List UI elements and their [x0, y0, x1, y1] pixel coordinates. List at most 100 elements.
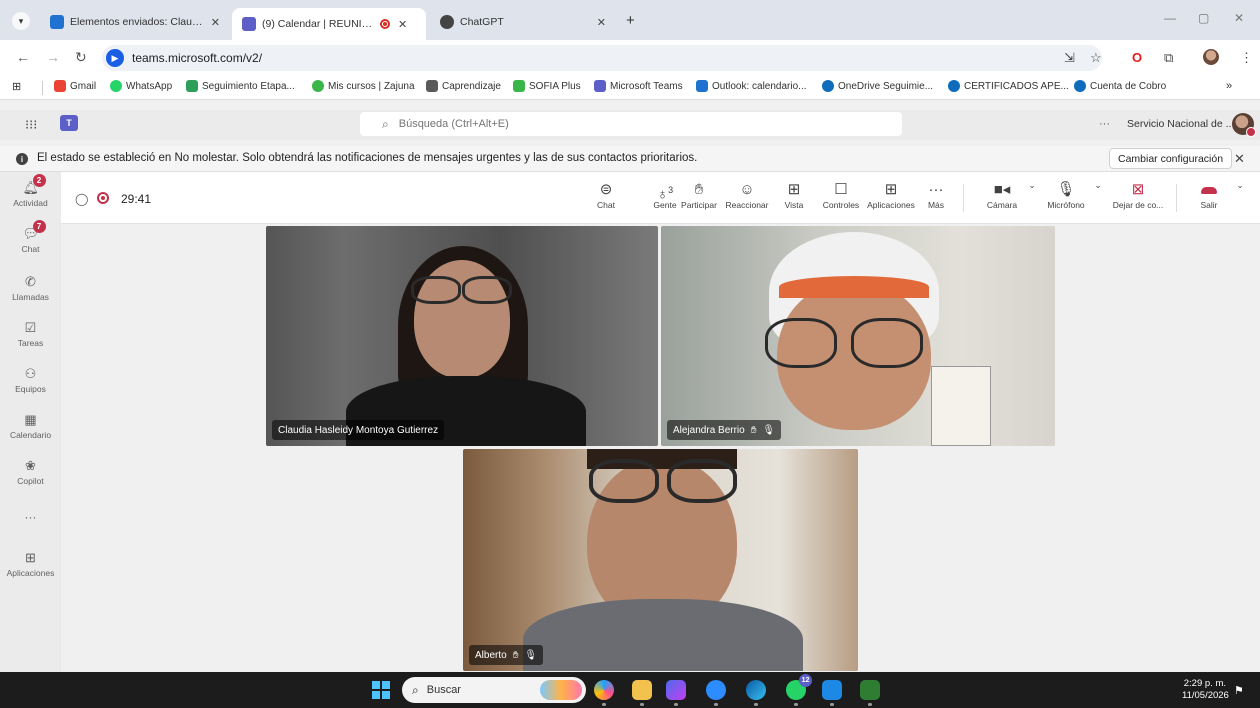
chevron-down-icon[interactable]: ⌄ [1213, 180, 1260, 191]
participant-tile[interactable]: Alejandra Berrio ✋︎ 🎙︎ [661, 226, 1055, 446]
browser-menu-icon[interactable]: ⋮ [1240, 50, 1253, 66]
address-url: teams.microsoft.com/v2/ [132, 51, 263, 65]
forward-arrow-icon[interactable]: → [46, 49, 60, 65]
bookmark-caprendizaje[interactable]: Caprendizaje [426, 80, 501, 92]
bookmark-label: Outlook: calendario... [712, 80, 807, 92]
chat-icon: ⊜ [599, 181, 613, 198]
settings-more-button[interactable]: ··· [1099, 118, 1110, 130]
file-explorer-icon[interactable] [632, 680, 652, 706]
bookmark-certificados[interactable]: CERTIFICADOS APE... [948, 80, 1069, 92]
teams-header: ⁝⁝⁝ T ⌕ ··· Servicio Nacional de ... [0, 110, 1260, 140]
tasks-icon: ☑ [24, 320, 37, 335]
meeting-timer: 29:41 [121, 192, 152, 206]
rail-item-more[interactable]: ··· [0, 510, 61, 524]
copilot-app-icon[interactable] [594, 680, 614, 706]
rail-item-activity[interactable]: 🔔︎ 2 Actividad [0, 174, 61, 208]
more-bookmarks-button[interactable]: » [1226, 80, 1232, 92]
toolbar-divider [963, 184, 964, 212]
rail-item-apps[interactable]: ⊞ Aplicaciones [0, 550, 61, 578]
rail-item-teams[interactable]: ⚇ Equipos [0, 366, 61, 394]
bookmarks-bar: ⊞ Gmail WhatsApp Seguimiento Etapa... Mi… [0, 76, 1260, 100]
taskbar-search[interactable]: ⌕ Buscar [402, 677, 586, 703]
bookmark-whatsapp[interactable]: WhatsApp [110, 80, 172, 92]
glasses [411, 276, 461, 304]
control-label: Dejar de co... [1112, 200, 1164, 210]
control-label: Micrófono [1047, 200, 1085, 210]
apps-grid-icon[interactable]: ⊞ [12, 80, 21, 93]
reload-icon[interactable]: ↻ [75, 49, 87, 66]
onedrive-icon [948, 80, 960, 92]
tab-search-button[interactable]: ▾ [12, 12, 30, 30]
site-info-icon[interactable]: ▶ [106, 49, 124, 67]
close-icon[interactable]: ✕ [1234, 151, 1245, 167]
calendar-app-icon[interactable] [822, 680, 842, 706]
shield-icon[interactable]: ◯ [75, 192, 88, 206]
install-app-icon[interactable]: ⇲ [1064, 50, 1075, 66]
chat-button[interactable]: ⊜ Chat [579, 180, 633, 210]
more-button[interactable]: ··· Más [911, 180, 961, 210]
participant-tile[interactable]: Claudia Hasleidy Montoya Gutierrez [266, 226, 658, 446]
raise-hand-button[interactable]: ✋︎ Participar [673, 180, 725, 210]
back-arrow-icon[interactable]: ← [16, 49, 30, 65]
extensions-icon[interactable]: ⧉ [1164, 50, 1173, 66]
mic-off-icon: 🎙︎ [762, 424, 776, 436]
mic-off-icon: 🎙︎ [524, 649, 538, 661]
window-close-icon[interactable]: ✕ [1234, 11, 1244, 25]
address-bar[interactable]: ▶ teams.microsoft.com/v2/ [102, 45, 1102, 71]
rail-item-tasks[interactable]: ☑ Tareas [0, 320, 61, 348]
close-icon[interactable]: ✕ [398, 18, 407, 31]
rail-item-calls[interactable]: ✆ Llamadas [0, 274, 61, 302]
more-icon: ··· [928, 181, 944, 198]
participant-body [523, 599, 803, 671]
taskbar-clock[interactable]: 2:29 p. m. 11/05/2026 [1182, 678, 1229, 702]
bookmark-onedrive[interactable]: OneDrive Seguimie... [822, 80, 933, 92]
bookmark-sofia-plus[interactable]: SOFIA Plus [513, 80, 581, 92]
notification-bell-icon[interactable]: ⚑ [1234, 684, 1244, 697]
bookmark-label: Gmail [70, 80, 97, 92]
onedrive-icon [1074, 80, 1086, 92]
opera-extension-icon[interactable]: O [1132, 50, 1142, 65]
browser-tab-chatgpt[interactable]: ChatGPT ✕ [430, 8, 616, 36]
new-tab-button[interactable]: + [626, 12, 635, 29]
search-box[interactable]: ⌕ [360, 112, 902, 136]
bookmark-gmail[interactable]: Gmail [54, 80, 96, 92]
bookmark-microsoft-teams[interactable]: Microsoft Teams [594, 80, 683, 92]
bookmark-label: OneDrive Seguimie... [838, 80, 934, 92]
bookmark-seguimiento[interactable]: Seguimiento Etapa... [186, 80, 295, 92]
chat-app-icon[interactable] [666, 680, 686, 706]
browser-tab-teams[interactable]: (9) Calendar | REUNION SEC ✕ [232, 8, 426, 40]
profile-avatar[interactable] [1203, 49, 1219, 65]
close-icon[interactable]: ✕ [211, 16, 220, 29]
wall-paper [931, 366, 991, 446]
participant-tile[interactable]: Alberto ✋︎ 🎙︎ [463, 449, 858, 671]
organization-name[interactable]: Servicio Nacional de ... [1127, 118, 1234, 130]
search-input[interactable] [398, 118, 819, 130]
rail-item-chat[interactable]: 💬︎ 7 Chat [0, 220, 61, 254]
weather-app-icon[interactable] [706, 680, 726, 706]
notification-text: El estado se estableció en No molestar. … [37, 152, 698, 164]
hand-icon: ✋︎ [512, 649, 519, 661]
bookmark-zajuna[interactable]: Mis cursos | Zajuna [312, 80, 415, 92]
search-icon: ⌕ [382, 116, 389, 131]
rail-item-calendar[interactable]: ▦ Calendario [0, 412, 61, 440]
maximize-icon[interactable]: ▢ [1198, 11, 1209, 25]
stop-sharing-button[interactable]: ⊠ Dejar de co... [1104, 180, 1172, 210]
change-settings-button[interactable]: Cambiar configuración [1109, 148, 1233, 169]
whatsapp-icon[interactable]: 12 [786, 674, 812, 706]
minimize-icon[interactable]: — [1164, 11, 1176, 25]
browser-tab-outlook[interactable]: Elementos enviados: Claudia Ha ✕ [40, 8, 230, 36]
bookmark-star-icon[interactable]: ☆ [1090, 50, 1102, 66]
user-avatar[interactable] [1232, 113, 1256, 137]
excel-icon[interactable] [860, 680, 880, 706]
edge-browser-icon[interactable] [746, 680, 766, 706]
windows-start-icon[interactable] [372, 681, 390, 699]
bookmark-label: Mis cursos | Zajuna [328, 80, 415, 92]
dnd-notification-bar: i El estado se estableció en No molestar… [0, 146, 1260, 172]
bookmark-cuenta-de-cobro[interactable]: Cuenta de Cobro [1074, 80, 1166, 92]
close-icon[interactable]: ✕ [597, 16, 606, 29]
rail-item-copilot[interactable]: ❀ Copilot [0, 458, 61, 486]
bookmark-outlook[interactable]: Outlook: calendario... [696, 80, 807, 92]
glasses [765, 318, 837, 368]
app-launcher-icon[interactable]: ⁝⁝⁝ [25, 117, 37, 133]
stop-share-icon: ⊠ [1131, 181, 1145, 198]
